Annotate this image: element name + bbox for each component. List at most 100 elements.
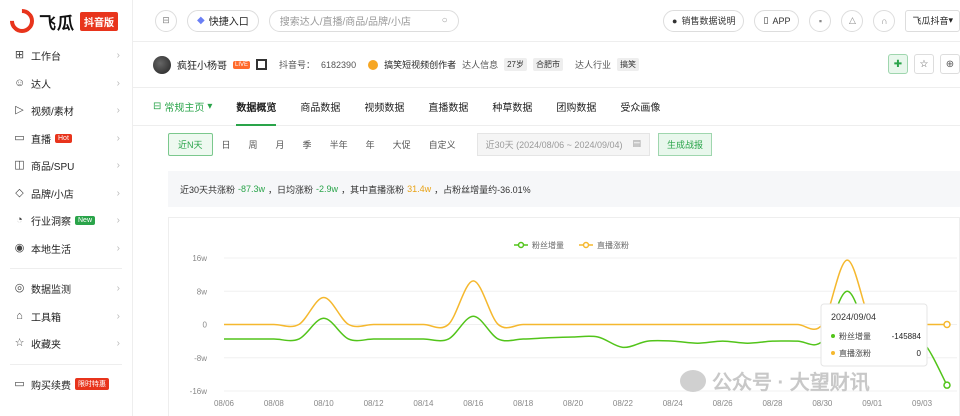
profile-header: 疯狂小杨哥 LIVE 抖音号： 6182390 搞笑短视频创作者 达人信息 27…: [133, 42, 960, 88]
chevron-right-icon: ›: [116, 338, 120, 350]
data-point[interactable]: [943, 381, 951, 389]
star-icon[interactable]: ☆: [914, 54, 934, 74]
chevron-right-icon: ›: [116, 160, 120, 172]
sidebar-item-bag[interactable]: ◫ 商品/SPU ›: [0, 152, 132, 180]
tab-7[interactable]: 受众画像: [620, 88, 660, 126]
sales-note-button[interactable]: ● 销售数据说明: [663, 9, 745, 32]
x-tick-label: 08/24: [663, 399, 684, 408]
sidebar-item-label: 品牌/小店: [31, 189, 74, 201]
info-label: 达人信息: [462, 60, 499, 70]
user-icon: ☺: [14, 76, 26, 89]
search-input[interactable]: 搜索达人/直播/商品/品牌/小店 ○: [268, 9, 459, 32]
brand-badge: 抖音版: [80, 11, 118, 31]
date-range-picker[interactable]: 近30天 (2024/08/06 ~ 2024/09/04) ▤: [476, 133, 650, 156]
profile-name[interactable]: 疯狂小杨哥: [177, 57, 227, 72]
user-menu[interactable]: 飞瓜抖音 ▾: [905, 9, 960, 32]
sidebar-item-toolbox[interactable]: ⌂ 工具箱 ›: [0, 303, 132, 331]
period-option[interactable]: 季: [294, 134, 321, 155]
qrcode-icon[interactable]: [256, 59, 268, 70]
chevron-right-icon: ›: [116, 105, 120, 117]
star-icon: ☆: [14, 337, 25, 350]
watermark: 公众号 · 大望财讯: [680, 366, 870, 395]
tooltip-marker: [831, 351, 835, 355]
tab-1[interactable]: 数据概览: [236, 88, 277, 126]
sidebar-item-live[interactable]: ▭ 直播 Hot ›: [0, 125, 132, 153]
sidebar-item-dashboard[interactable]: ⊞ 工作台 ›: [0, 42, 132, 70]
dashboard-icon: ⊞: [14, 49, 25, 62]
summary-bar: 近30天共涨粉 -87.3w ，日均涨粉 -2.9w ，其中直播涨粉 31.4w…: [168, 171, 960, 207]
sidebar-item-label: 视频/素材: [31, 107, 74, 119]
tag-icon: ◇: [15, 186, 24, 199]
sidebar-item-renew[interactable]: ▭ 购买续费 限时特惠: [0, 371, 132, 399]
tab-5[interactable]: 种草数据: [492, 88, 532, 126]
avatar[interactable]: [153, 55, 171, 74]
diamond-icon: ◆: [197, 15, 205, 26]
sidebar-nav-main: ⊞ 工作台 › ☺ 达人 › ▷ 视频/素材 › ▭ 直播 Hot › ◫ 商品/SPU › ◇ 品牌/小店 › ◔ 行…: [0, 42, 132, 262]
x-tick-label: 08/18: [513, 399, 534, 408]
period-option[interactable]: 周: [240, 134, 267, 155]
sidebar-item-label: 工作台: [31, 52, 61, 64]
more-icon[interactable]: ⊕: [940, 54, 960, 74]
app-button[interactable]: ▯ APP: [754, 9, 800, 32]
tab-2[interactable]: 商品数据: [300, 88, 340, 126]
chevron-right-icon: ›: [116, 50, 120, 62]
quick-entry-button[interactable]: ◆ 快捷入口: [187, 9, 259, 32]
sidebar-item-location[interactable]: ◉ 本地生活 ›: [0, 235, 132, 263]
tooltip-value: -145884: [892, 332, 922, 341]
toolbox-icon: ⌂: [16, 309, 23, 322]
summary-text: ，其中直播涨粉: [341, 184, 405, 195]
legend-label[interactable]: 粉丝增量: [532, 240, 564, 250]
period-option[interactable]: 半年: [321, 134, 357, 155]
live-badge: LIVE: [233, 60, 251, 69]
tab-regular-home[interactable]: ⊟ 常规主页 ▾: [153, 99, 212, 114]
info-icon: ●: [672, 15, 678, 26]
location-icon: ◉: [14, 241, 25, 254]
headset-icon[interactable]: ∩: [873, 9, 896, 32]
summary-text: ，日均涨粉: [268, 184, 314, 195]
period-option[interactable]: 月: [267, 134, 294, 155]
sidebar-item-tag[interactable]: ◇ 品牌/小店 ›: [0, 180, 132, 208]
generate-report-button[interactable]: 生成战报: [658, 133, 713, 156]
sidebar-item-industry[interactable]: ◔ 行业洞察 New ›: [0, 207, 132, 235]
x-tick-label: 08/10: [314, 399, 335, 408]
douyin-id: 6182390: [321, 59, 357, 70]
bell-icon[interactable]: △: [841, 9, 864, 32]
follow-user-icon[interactable]: ✚: [888, 54, 908, 74]
chevron-right-icon: ›: [116, 77, 120, 89]
play-icon: ▷: [15, 104, 24, 117]
chevron-right-icon: ›: [116, 132, 120, 144]
sidebar-item-label: 直播: [31, 134, 51, 146]
douyin-id-label: 抖音号：: [279, 60, 316, 70]
watermark-text: 公众号 · 大望财讯: [712, 372, 870, 394]
sales-note-label: 销售数据说明: [681, 16, 736, 26]
sidebar-item-user[interactable]: ☺ 达人 ›: [0, 70, 132, 98]
collapse-icon[interactable]: ⊟: [155, 9, 177, 32]
period-option[interactable]: 近N天: [168, 133, 213, 156]
period-option[interactable]: 日: [213, 134, 240, 155]
app-label: APP: [772, 15, 791, 26]
sidebar-item-monitor[interactable]: ◎ 数据监测 ›: [0, 275, 132, 303]
chevron-right-icon: ›: [116, 215, 120, 227]
period-option[interactable]: 自定义: [420, 134, 465, 155]
sidebar-divider: [10, 268, 122, 269]
creator-label: 搞笑短视频创作者: [384, 60, 457, 70]
message-icon[interactable]: ▪: [809, 9, 832, 32]
sidebar-item-star[interactable]: ☆ 收藏夹 ›: [0, 330, 132, 358]
period-option[interactable]: 大促: [384, 134, 420, 155]
industry-label: 达人行业: [575, 60, 612, 70]
x-tick-label: 08/08: [264, 399, 285, 408]
tooltip-marker: [831, 334, 835, 338]
live-icon: ▭: [14, 131, 25, 144]
tab-3[interactable]: 视频数据: [364, 88, 404, 126]
sidebar-tag-badge: New: [75, 216, 96, 226]
sidebar-item-label: 收藏夹: [31, 340, 61, 352]
tab-6[interactable]: 团购数据: [556, 88, 596, 126]
period-option[interactable]: 年: [357, 134, 384, 155]
sidebar-item-play[interactable]: ▷ 视频/素材 ›: [0, 97, 132, 125]
user-name: 飞瓜抖音: [912, 16, 949, 26]
brand-logo[interactable]: 飞瓜 抖音版: [0, 0, 132, 42]
data-point[interactable]: [943, 320, 951, 329]
phone-icon: ▯: [763, 15, 769, 25]
tab-4[interactable]: 直播数据: [428, 88, 468, 126]
legend-label[interactable]: 直播涨粉: [597, 240, 629, 250]
